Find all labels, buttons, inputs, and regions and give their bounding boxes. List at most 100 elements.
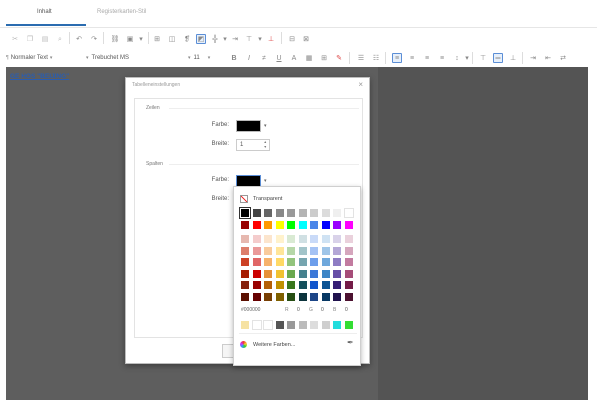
- justify-icon[interactable]: ≡: [437, 53, 447, 63]
- border-icon[interactable]: ⊞: [319, 53, 329, 63]
- color-swatch[interactable]: [287, 246, 295, 255]
- color-swatch[interactable]: [298, 292, 307, 301]
- color-swatch-grey[interactable]: [333, 209, 341, 217]
- image-dropdown-icon[interactable]: ▾: [136, 34, 146, 44]
- color-swatch-grey[interactable]: [310, 209, 318, 217]
- color-swatch[interactable]: [287, 281, 295, 289]
- color-swatch-bright[interactable]: [333, 221, 341, 229]
- align-right-icon[interactable]: ≡: [422, 53, 432, 63]
- color-swatch[interactable]: [264, 258, 272, 266]
- color-swatch[interactable]: [252, 292, 261, 301]
- color-swatch[interactable]: [333, 258, 341, 266]
- color-swatch[interactable]: [252, 281, 261, 289]
- color-swatch[interactable]: [241, 292, 249, 301]
- insert-table-icon[interactable]: ⊞: [152, 34, 162, 44]
- highlight-icon[interactable]: ▦: [304, 53, 314, 63]
- color-swatch-grey[interactable]: [287, 209, 295, 217]
- valign-bottom-icon[interactable]: ⊥: [508, 53, 518, 63]
- color-swatch[interactable]: [241, 258, 249, 266]
- table-delete-icon[interactable]: ⊠: [301, 34, 311, 44]
- color-swatch[interactable]: [333, 269, 341, 278]
- color-swatch[interactable]: [252, 258, 261, 266]
- paragraph-style-select[interactable]: ¶ Normaler Text ▾: [6, 52, 52, 64]
- transparent-option[interactable]: Transparent: [253, 196, 282, 202]
- color-swatch-bright[interactable]: [287, 221, 295, 229]
- table-settings-icon[interactable]: ◩: [196, 34, 206, 44]
- align-center-icon[interactable]: ≡: [407, 53, 417, 63]
- recent-color-swatch[interactable]: [298, 321, 307, 329]
- indent-icon[interactable]: ⇥: [528, 53, 538, 63]
- color-swatch-bright[interactable]: [321, 221, 330, 229]
- color-swatch[interactable]: [252, 246, 261, 255]
- color-swatch[interactable]: [298, 235, 307, 243]
- color-swatch[interactable]: [264, 246, 272, 255]
- font-size-select[interactable]: ▾ 11 ▾: [188, 52, 210, 64]
- color-swatch[interactable]: [310, 269, 318, 278]
- color-swatch[interactable]: [344, 281, 353, 289]
- text-direction-icon[interactable]: ⇄: [558, 53, 568, 63]
- color-swatch[interactable]: [321, 281, 330, 289]
- color-swatch[interactable]: [287, 258, 295, 266]
- undo-icon[interactable]: ↶: [74, 34, 84, 44]
- tab-register-style[interactable]: Registerkarten-Stil: [97, 9, 146, 15]
- spinner-icon[interactable]: ▲ ▼: [264, 140, 267, 150]
- hex-input[interactable]: #000000: [241, 307, 260, 313]
- color-swatch[interactable]: [275, 246, 284, 255]
- cut-icon[interactable]: ✂: [10, 34, 20, 44]
- merge-cells-icon[interactable]: ⊤: [244, 34, 254, 44]
- color-swatch[interactable]: [310, 258, 318, 266]
- color-swatch[interactable]: [321, 235, 330, 243]
- italic-button[interactable]: I: [244, 53, 254, 63]
- color-swatch-bright[interactable]: [298, 221, 307, 229]
- recent-color-swatch[interactable]: [287, 321, 295, 329]
- redo-icon[interactable]: ↷: [89, 34, 99, 44]
- tab-content[interactable]: Inhalt: [37, 9, 52, 15]
- color-swatch-bright[interactable]: [344, 221, 353, 229]
- color-swatch[interactable]: [264, 281, 272, 289]
- color-swatch[interactable]: [321, 258, 330, 266]
- color-swatch[interactable]: [241, 246, 249, 255]
- g-input[interactable]: 0: [321, 307, 324, 313]
- color-swatch[interactable]: [321, 292, 330, 301]
- bulleted-list-icon[interactable]: ☰: [356, 53, 366, 63]
- color-swatch-grey[interactable]: [252, 209, 261, 217]
- color-swatch-grey[interactable]: [298, 209, 307, 217]
- color-swatch[interactable]: [241, 269, 249, 278]
- find-icon[interactable]: ⌕: [55, 34, 65, 44]
- recent-color-swatch[interactable]: [321, 321, 330, 329]
- scrollbar-track[interactable]: [588, 67, 597, 400]
- color-swatch[interactable]: [275, 281, 284, 289]
- font-family-select[interactable]: ▾ Trebuchet MS: [86, 52, 129, 64]
- strikethrough-icon[interactable]: ≠: [259, 53, 269, 63]
- color-swatch[interactable]: [298, 258, 307, 266]
- color-swatch[interactable]: [321, 269, 330, 278]
- valign-middle-icon[interactable]: ═: [493, 53, 503, 63]
- outdent-icon[interactable]: ⇤: [543, 53, 553, 63]
- color-swatch[interactable]: [344, 292, 353, 301]
- recent-color-swatch[interactable]: [333, 321, 341, 329]
- color-swatch[interactable]: [344, 258, 353, 266]
- color-swatch-bright[interactable]: [264, 221, 272, 229]
- color-swatch[interactable]: [333, 246, 341, 255]
- color-swatch[interactable]: [344, 235, 353, 243]
- eyedropper-icon[interactable]: ✒: [347, 338, 354, 347]
- insert-column-icon[interactable]: ╬: [210, 34, 220, 44]
- color-swatch[interactable]: [298, 246, 307, 255]
- recent-color-swatch[interactable]: [263, 320, 273, 330]
- color-swatch[interactable]: [287, 235, 295, 243]
- color-swatch[interactable]: [264, 269, 272, 278]
- color-swatch-grey[interactable]: [264, 209, 272, 217]
- color-swatch[interactable]: [333, 235, 341, 243]
- close-icon[interactable]: ×: [358, 80, 363, 89]
- color-swatch[interactable]: [310, 292, 318, 301]
- align-left-icon[interactable]: ≡: [392, 53, 402, 63]
- color-swatch-grey[interactable]: [343, 208, 354, 218]
- underline-button[interactable]: U: [274, 53, 284, 63]
- recent-color-swatch[interactable]: [241, 321, 249, 329]
- color-swatch[interactable]: [241, 235, 249, 243]
- color-swatch[interactable]: [264, 292, 272, 301]
- recent-color-swatch[interactable]: [344, 321, 353, 329]
- color-swatch-bright[interactable]: [252, 221, 261, 229]
- table-properties-icon[interactable]: ◫: [167, 34, 177, 44]
- font-color-button[interactable]: A: [289, 53, 299, 63]
